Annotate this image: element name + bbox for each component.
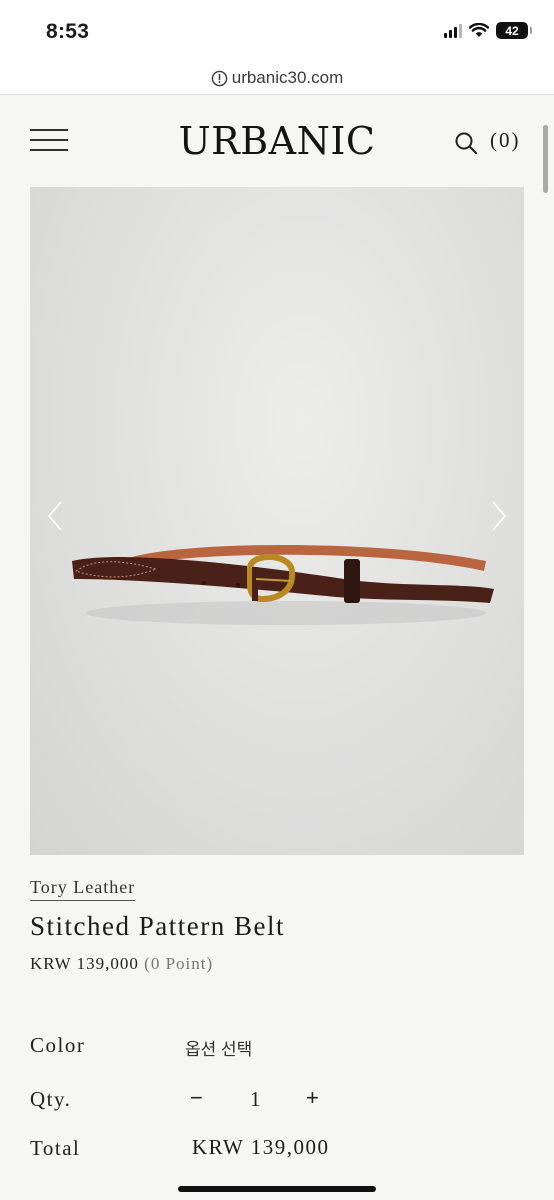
page-content: URBANIC (0) Tory Leather Stitched Patter… <box>0 94 554 1200</box>
address-bar[interactable]: urbanic30.com <box>0 62 554 94</box>
home-indicator[interactable] <box>178 1186 376 1192</box>
product-image[interactable] <box>30 187 524 855</box>
quantity-label: Qty. <box>30 1087 72 1111</box>
color-label: Color <box>30 1033 86 1057</box>
price-row: KRW 139,000 (0 Point) <box>30 954 285 974</box>
total-price: KRW 139,000 <box>192 1135 330 1159</box>
status-icons: 42 <box>444 22 532 39</box>
brand-link[interactable]: Tory Leather <box>30 877 136 901</box>
product-info: Tory Leather Stitched Pattern Belt KRW 1… <box>30 877 285 974</box>
status-bar: 8:53 42 <box>0 0 554 62</box>
product-price: KRW 139,000 <box>30 954 139 973</box>
search-icon[interactable] <box>454 131 478 155</box>
info-icon[interactable] <box>211 70 228 87</box>
total-label: Total <box>30 1136 81 1160</box>
site-header: URBANIC (0) <box>0 95 554 187</box>
belt-illustration <box>72 545 494 625</box>
color-select[interactable]: 옵션 선택 <box>185 1035 252 1060</box>
chevron-left-icon[interactable] <box>44 499 66 533</box>
status-time: 8:53 <box>46 20 90 43</box>
product-points: (0 Point) <box>144 954 214 973</box>
wifi-icon <box>469 23 489 37</box>
product-title: Stitched Pattern Belt <box>30 911 285 941</box>
quantity-increase-button[interactable]: + <box>306 1085 319 1111</box>
signal-icon <box>444 23 462 38</box>
cart-count[interactable]: (0) <box>490 128 521 153</box>
battery-icon: 42 <box>496 22 532 39</box>
url-text[interactable]: urbanic30.com <box>232 68 344 88</box>
quantity-decrease-button[interactable]: − <box>190 1085 203 1111</box>
battery-level: 42 <box>505 23 519 38</box>
quantity-value[interactable]: 1 <box>250 1087 261 1112</box>
